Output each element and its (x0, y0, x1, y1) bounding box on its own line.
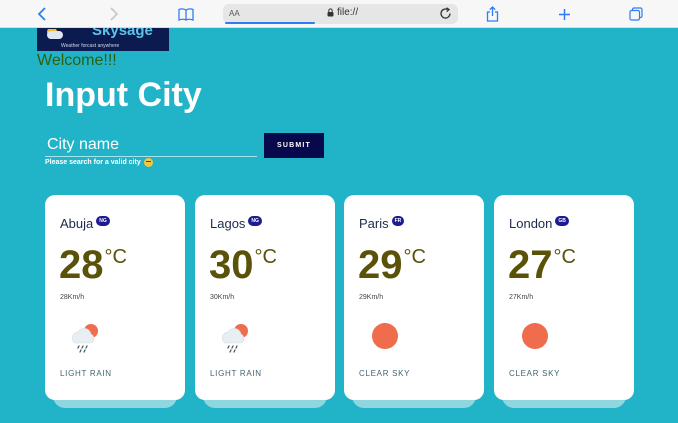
temperature-value: 28 (59, 243, 104, 287)
temperature-value: 29 (358, 243, 403, 287)
page-load-progress (225, 22, 315, 24)
country-badge: GB (555, 215, 569, 226)
weather-description: LIGHT RAIN (210, 369, 262, 378)
wind-speed: 30Km/h (210, 294, 235, 301)
light-rain-icon (217, 319, 253, 355)
temperature-unit: °C (254, 246, 277, 268)
tabs-overview-icon[interactable] (626, 4, 646, 24)
temperature-value: 30 (209, 243, 254, 287)
search-hint-text: Please search for a valid city (45, 159, 141, 166)
weather-description: CLEAR SKY (359, 369, 411, 378)
sad-face-icon (143, 158, 153, 167)
city-name: London (509, 216, 553, 231)
temperature-value: 27 (508, 243, 553, 287)
weather-description: CLEAR SKY (509, 369, 561, 378)
clear-sky-icon (516, 319, 552, 355)
wind-speed: 27Km/h (509, 294, 534, 301)
submit-button[interactable]: SUBMIT (264, 133, 324, 158)
browser-toolbar: AA file:// (0, 0, 678, 28)
skysage-logo[interactable]: Skysage Weather forcast anywhere (37, 28, 169, 51)
temperature-unit: °C (403, 246, 426, 268)
welcome-text: Welcome!!! (37, 52, 117, 69)
city-name: Paris (359, 216, 389, 231)
bookmarks-icon[interactable] (176, 4, 196, 24)
city-name: Lagos (210, 216, 246, 231)
text-size-button[interactable]: AA (229, 9, 240, 18)
temperature-unit: °C (553, 246, 576, 268)
search-hint: Please search for a valid city (45, 158, 153, 167)
logo-cloud-icon (47, 31, 63, 39)
weather-card[interactable]: Lagos NG 30 °C 30Km/h LIGHT RAIN (195, 195, 335, 408)
weather-card[interactable]: Paris FR 29 °C 29Km/h CLEAR SKY (344, 195, 484, 408)
forward-icon[interactable] (104, 4, 124, 24)
weather-description: LIGHT RAIN (60, 369, 112, 378)
weather-card[interactable]: London GB 27 °C 27Km/h CLEAR SKY (494, 195, 634, 408)
light-rain-icon (67, 319, 103, 355)
logo-wordmark: Skysage (92, 28, 153, 39)
page-title: Input City (45, 76, 202, 114)
wind-speed: 29Km/h (359, 294, 384, 301)
weather-card[interactable]: Abuja NG 28 °C 28Km/h LIGHT RAIN (45, 195, 185, 408)
share-icon[interactable] (482, 4, 502, 24)
lock-icon (327, 8, 334, 17)
country-badge: NG (96, 215, 110, 226)
country-badge: FR (391, 215, 405, 226)
wind-speed: 28Km/h (60, 294, 85, 301)
back-icon[interactable] (32, 4, 52, 24)
city-name: Abuja (60, 216, 94, 231)
new-tab-icon[interactable] (554, 4, 574, 24)
reload-icon[interactable] (439, 7, 452, 25)
country-badge: NG (248, 215, 262, 226)
address-bar[interactable]: AA file:// (223, 4, 458, 24)
city-search-input[interactable] (45, 133, 257, 157)
logo-tagline: Weather forcast anywhere (61, 43, 120, 49)
clear-sky-icon (366, 319, 402, 355)
url-text: file:// (337, 7, 359, 18)
temperature-unit: °C (104, 246, 127, 268)
